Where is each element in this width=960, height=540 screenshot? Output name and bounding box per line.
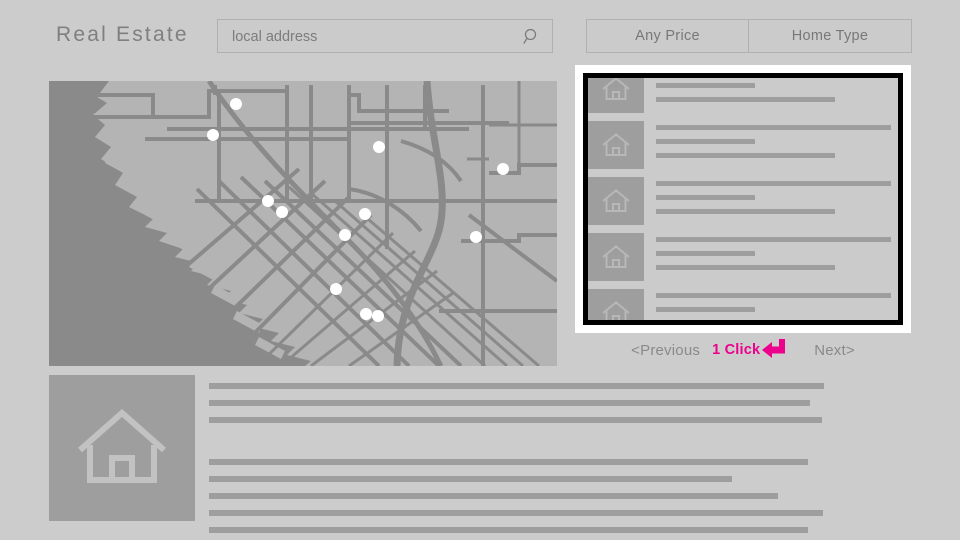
map-marker[interactable] (359, 208, 371, 220)
listing-line (656, 237, 891, 242)
previous-page-link[interactable]: <Previous (631, 342, 700, 359)
filter-any-price[interactable]: Any Price (586, 19, 749, 53)
detail-line (209, 476, 732, 482)
map-marker[interactable] (470, 231, 482, 243)
map-marker[interactable] (373, 141, 385, 153)
search-input[interactable] (232, 20, 512, 54)
map-marker[interactable] (330, 283, 342, 295)
detail-line (209, 510, 823, 516)
detail-line (209, 417, 822, 423)
listing-line (656, 321, 835, 325)
listing-line (656, 153, 836, 158)
list-item[interactable] (588, 289, 898, 325)
listing-line (656, 83, 756, 88)
listing-line (656, 307, 756, 312)
header-bar: Real Estate Any Price Home Type (0, 0, 960, 72)
listing-line (656, 195, 756, 200)
pagination-bar: <Previous 1 Click Next> (575, 337, 911, 363)
listing-text-lines (644, 289, 898, 325)
filter-any-price-label: Any Price (635, 28, 700, 44)
listings-list[interactable] (588, 73, 898, 325)
listings-highlight-frame (583, 73, 903, 325)
listing-text-lines (644, 73, 898, 111)
list-item[interactable] (588, 177, 898, 233)
listing-thumbnail (588, 233, 644, 281)
map-marker[interactable] (339, 229, 351, 241)
page-title: Real Estate (56, 23, 189, 46)
detail-text-lines (209, 375, 829, 533)
listing-line (656, 97, 836, 102)
map-marker[interactable] (497, 163, 509, 175)
map-marker[interactable] (276, 206, 288, 218)
map-marker[interactable] (372, 310, 384, 322)
listing-line (656, 73, 891, 74)
detail-line (209, 527, 808, 533)
detail-thumbnail (49, 375, 195, 521)
listing-line (656, 125, 891, 130)
search-icon[interactable] (523, 28, 541, 46)
filter-home-type[interactable]: Home Type (749, 19, 912, 53)
listing-thumbnail (588, 78, 644, 113)
listing-line (656, 293, 891, 298)
house-icon (602, 78, 630, 100)
list-item[interactable] (588, 233, 898, 289)
house-icon (602, 133, 630, 156)
map-marker[interactable] (360, 308, 372, 320)
house-icon (602, 189, 630, 212)
listing-text-lines (644, 121, 898, 167)
listing-thumbnail (588, 121, 644, 169)
filter-home-type-label: Home Type (791, 28, 869, 44)
listing-thumbnail (588, 177, 644, 225)
map-panel[interactable] (49, 81, 557, 366)
listing-line (656, 139, 756, 144)
listing-text-lines (644, 177, 898, 223)
listing-line (656, 181, 891, 186)
map-canvas[interactable] (49, 81, 557, 366)
filter-button-group: Any Price Home Type (586, 19, 912, 53)
house-icon (78, 409, 166, 483)
detail-line (209, 459, 808, 465)
listing-thumbnail (588, 289, 644, 320)
map-marker[interactable] (262, 195, 274, 207)
next-page-link[interactable]: Next> (814, 342, 855, 359)
enter-arrow-icon (762, 339, 788, 361)
listing-line (656, 265, 836, 270)
map-marker[interactable] (207, 129, 219, 141)
listing-line (656, 251, 756, 256)
house-icon (602, 245, 630, 268)
detail-line (209, 383, 824, 389)
detail-line (209, 493, 778, 499)
listing-line (656, 209, 836, 214)
map-marker[interactable] (230, 98, 242, 110)
listings-panel (575, 65, 911, 333)
listing-text-lines (644, 233, 898, 279)
list-item[interactable] (588, 121, 898, 177)
list-item[interactable] (588, 73, 898, 121)
click-annotation-label: 1 Click (712, 342, 761, 358)
search-box[interactable] (217, 19, 553, 54)
house-icon (602, 301, 630, 320)
detail-line (209, 400, 810, 406)
